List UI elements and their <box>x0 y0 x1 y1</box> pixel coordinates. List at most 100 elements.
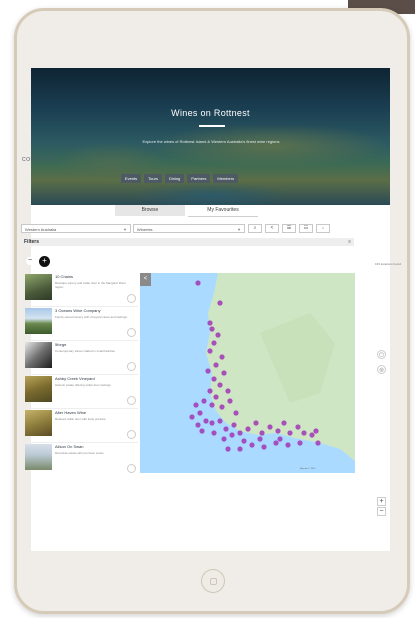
map-marker[interactable] <box>229 432 235 438</box>
map-marker[interactable] <box>215 332 221 338</box>
heart-icon[interactable] <box>127 430 136 439</box>
map-marker[interactable] <box>273 440 279 446</box>
map-marker[interactable] <box>219 354 225 360</box>
heart-icon[interactable] <box>127 362 136 371</box>
search-button[interactable]: ⌕ <box>248 224 262 233</box>
grid-icon: ☷ <box>303 225 309 231</box>
map-marker[interactable] <box>209 326 215 332</box>
map-marker[interactable] <box>237 446 243 452</box>
map-marker[interactable] <box>217 300 223 306</box>
map-marker[interactable] <box>193 402 199 408</box>
zoom-in-button[interactable]: + <box>39 256 50 267</box>
map-marker[interactable] <box>207 348 213 354</box>
grid-view-button[interactable]: ☷ <box>299 224 313 233</box>
map-marker[interactable] <box>225 388 231 394</box>
map-marker[interactable] <box>233 410 239 416</box>
map-marker[interactable] <box>237 430 243 436</box>
map-marker[interactable] <box>211 430 217 436</box>
map-marker[interactable] <box>245 426 251 432</box>
map-marker[interactable] <box>213 362 219 368</box>
map-marker[interactable] <box>313 428 319 434</box>
filters-toggle-icon[interactable]: ≡ <box>348 238 351 246</box>
map-marker[interactable] <box>199 428 205 434</box>
map-marker[interactable] <box>225 446 231 452</box>
map-marker[interactable] <box>249 442 255 448</box>
map-marker[interactable] <box>295 424 301 430</box>
filters-bar[interactable]: Filters ≡ <box>21 238 354 246</box>
map-marker[interactable] <box>267 424 273 430</box>
map-marker[interactable] <box>281 420 287 426</box>
map-marker[interactable] <box>203 418 209 424</box>
map-marker[interactable] <box>287 430 293 436</box>
map-marker[interactable] <box>209 420 215 426</box>
heart-icon[interactable] <box>127 464 136 473</box>
chip-tours[interactable]: Tours <box>144 174 162 183</box>
map-marker[interactable] <box>195 280 201 286</box>
listing-title: 10 Chains <box>55 274 74 279</box>
region-select[interactable]: Western Australia ▼ <box>21 224 131 233</box>
map-marker[interactable] <box>217 418 223 424</box>
listing-description: Family-owned winery with vineyard views … <box>55 315 127 319</box>
map-marker[interactable] <box>219 404 225 410</box>
heart-icon[interactable] <box>127 396 136 405</box>
share-button[interactable]: < <box>265 224 279 233</box>
map-marker[interactable] <box>285 442 291 448</box>
chip-members[interactable]: Members <box>213 174 239 183</box>
map-marker[interactable] <box>223 426 229 432</box>
map-marker[interactable] <box>241 438 247 444</box>
map-marker[interactable] <box>275 428 281 434</box>
chip-events[interactable]: Events <box>120 174 142 183</box>
map-marker[interactable] <box>309 432 315 438</box>
tab-my-favourites[interactable]: My Favourites <box>188 205 258 217</box>
map-view[interactable] <box>140 273 355 473</box>
list-item[interactable]: Alter Haven Wine Relaxed cellar door wit… <box>24 409 138 443</box>
map-marker[interactable] <box>253 420 259 426</box>
map-marker[interactable] <box>189 414 195 420</box>
map-collapse-button[interactable]: < <box>140 273 151 286</box>
chip-dining[interactable]: Dining <box>164 174 185 183</box>
list-item[interactable]: 5forge Contemporary wines crafted in sma… <box>24 341 138 375</box>
map-marker[interactable] <box>221 436 227 442</box>
fullscreen-icon[interactable]: ▢ <box>377 350 386 359</box>
map-marker[interactable] <box>261 444 267 450</box>
map-marker[interactable] <box>201 398 207 404</box>
filters-label: Filters <box>24 239 40 245</box>
view-tabs: Browse My Favourites <box>115 205 258 217</box>
zoom-out-button[interactable]: − <box>26 257 34 265</box>
map-marker[interactable] <box>221 370 227 376</box>
locate-icon[interactable]: ◎ <box>377 365 386 374</box>
category-select[interactable]: Wineries ▼ <box>133 224 245 233</box>
map-marker[interactable] <box>195 422 201 428</box>
list-item[interactable]: Alison On Swan Riverside estate with pre… <box>24 443 138 473</box>
map-marker[interactable] <box>277 436 283 442</box>
download-button[interactable]: ↓ <box>316 224 330 233</box>
chip-partners[interactable]: Partners <box>187 174 211 183</box>
map-marker[interactable] <box>211 376 217 382</box>
map-zoom-out-button[interactable]: − <box>377 507 386 516</box>
map-marker[interactable] <box>205 368 211 374</box>
map-marker[interactable] <box>213 394 219 400</box>
map-marker[interactable] <box>207 388 213 394</box>
map-zoom-in-button[interactable]: + <box>377 497 386 506</box>
map-marker[interactable] <box>301 430 307 436</box>
map-marker[interactable] <box>211 340 217 346</box>
list-item[interactable]: 10 Chains Boutique winery and cellar doo… <box>24 273 138 307</box>
tab-browse[interactable]: Browse <box>115 205 185 216</box>
home-button[interactable] <box>201 569 225 593</box>
map-marker[interactable] <box>209 402 215 408</box>
heart-icon[interactable] <box>127 328 136 337</box>
map-marker[interactable] <box>207 320 213 326</box>
map-marker[interactable] <box>217 382 223 388</box>
map-marker[interactable] <box>315 440 321 446</box>
map-marker[interactable] <box>297 440 303 446</box>
heart-icon[interactable] <box>127 294 136 303</box>
map-marker[interactable] <box>259 430 265 436</box>
list-view-button[interactable]: ☰ <box>282 224 296 233</box>
map-canvas[interactable] <box>140 273 355 473</box>
map-marker[interactable] <box>197 410 203 416</box>
map-marker[interactable] <box>231 422 237 428</box>
list-item[interactable]: 3 Oceans Wine Company Family-owned winer… <box>24 307 138 341</box>
map-marker[interactable] <box>257 436 263 442</box>
map-marker[interactable] <box>227 398 233 404</box>
list-item[interactable]: Ashby Creek Vineyard Historic estate off… <box>24 375 138 409</box>
